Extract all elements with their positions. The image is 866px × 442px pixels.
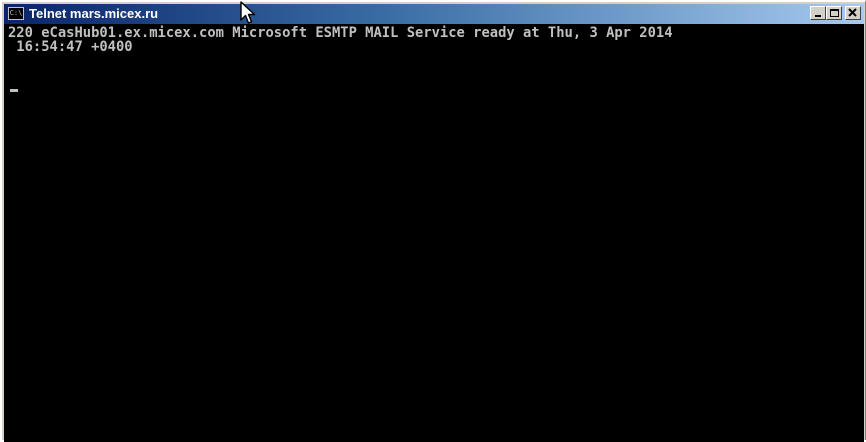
minimize-button[interactable] bbox=[810, 6, 826, 20]
maximize-button[interactable] bbox=[826, 6, 842, 20]
close-button[interactable] bbox=[845, 6, 861, 20]
console-text: 220 eCasHub01.ex.micex.com Microsoft ESM… bbox=[4, 24, 864, 54]
window-title: Telnet mars.micex.ru bbox=[29, 6, 159, 21]
console-output[interactable]: 220 eCasHub01.ex.micex.com Microsoft ESM… bbox=[4, 24, 864, 442]
mouse-pointer-icon bbox=[240, 1, 256, 24]
close-icon bbox=[848, 8, 857, 17]
console-line: 16:54:47 +0400 bbox=[8, 39, 133, 55]
minimize-icon bbox=[815, 15, 821, 17]
maximize-icon bbox=[830, 9, 839, 17]
text-cursor bbox=[10, 89, 18, 92]
console-icon[interactable]: C:\ bbox=[8, 7, 24, 20]
title-bar[interactable]: C:\ Telnet mars.micex.ru bbox=[4, 4, 864, 24]
telnet-window: C:\ Telnet mars.micex.ru 220 eCasHub01.e… bbox=[0, 0, 866, 442]
